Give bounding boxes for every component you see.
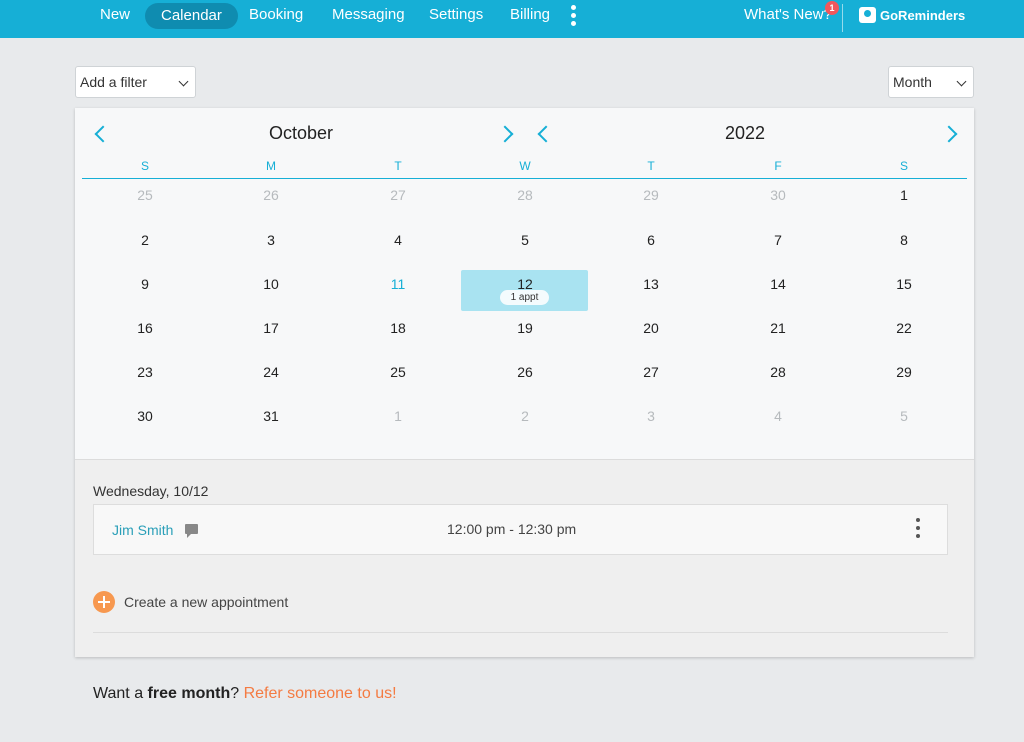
calendar-day[interactable]: 3 — [251, 232, 291, 248]
calendar-day[interactable]: 24 — [251, 364, 291, 380]
view-select[interactable]: Month — [888, 66, 974, 98]
nav-calendar[interactable]: Calendar — [145, 3, 238, 29]
calendar-day[interactable]: 5 — [884, 408, 924, 424]
month-title: October — [269, 123, 334, 143]
create-appointment-label: Create a new appointment — [124, 594, 289, 610]
filter-select-label: Add a filter — [80, 74, 147, 90]
calendar-day[interactable]: 4 — [378, 232, 418, 248]
calendar-day[interactable]: 11 — [378, 276, 418, 292]
nav-new[interactable]: New — [100, 0, 130, 30]
top-nav-bar: New Calendar Booking Messaging Settings … — [0, 0, 1024, 38]
calendar-day[interactable]: 8 — [884, 232, 924, 248]
notification-badge: 1 — [825, 1, 839, 15]
calendar-day[interactable]: 5 — [505, 232, 545, 248]
calendar-day[interactable]: 6 — [631, 232, 671, 248]
calendar-day[interactable]: 2 — [505, 408, 545, 424]
weekday-label: T — [647, 159, 655, 173]
calendar-day[interactable]: 16 — [125, 320, 165, 336]
next-year-icon[interactable] — [940, 125, 958, 143]
prev-year-icon[interactable] — [537, 125, 555, 143]
calendar-day[interactable]: 23 — [125, 364, 165, 380]
weekday-label: S — [899, 159, 908, 173]
calendar-day[interactable]: 25 — [378, 364, 418, 380]
message-icon[interactable] — [185, 524, 198, 538]
calendar-day[interactable]: 30 — [125, 408, 165, 424]
calendar-day[interactable]: 9 — [125, 276, 165, 292]
calendar-day[interactable]: 2 — [125, 232, 165, 248]
panel-divider — [93, 632, 948, 633]
view-select-label: Month — [893, 74, 932, 90]
weekday-label: W — [519, 159, 531, 173]
calendar-day[interactable]: 27 — [631, 364, 671, 380]
nav-divider — [842, 4, 843, 32]
calendar-day[interactable]: 17 — [251, 320, 291, 336]
selected-date-title: Wednesday, 10/12 — [93, 483, 209, 499]
filter-select[interactable]: Add a filter — [75, 66, 196, 98]
plus-icon — [93, 591, 115, 613]
nav-billing[interactable]: Billing — [510, 0, 550, 30]
calendar-day[interactable]: 14 — [758, 276, 798, 292]
appointment-time: 12:00 pm - 12:30 pm — [447, 521, 577, 537]
year-title: 2022 — [725, 123, 766, 143]
chevron-down-icon — [956, 76, 967, 87]
calendar-day[interactable]: 28 — [505, 187, 545, 203]
calendar-day[interactable]: 27 — [378, 187, 418, 203]
calendar-day[interactable]: 1 — [378, 408, 418, 424]
calendar-day[interactable]: 30 — [758, 187, 798, 203]
calendar-day[interactable]: 26 — [251, 187, 291, 203]
prev-month-icon[interactable] — [94, 125, 112, 143]
calendar-day[interactable]: 20 — [631, 320, 671, 336]
appointment-client-name[interactable]: Jim Smith — [112, 522, 173, 538]
calendar-day[interactable]: 21 — [758, 320, 798, 336]
calendar-day[interactable]: 3 — [631, 408, 671, 424]
brand-logo[interactable]: GoReminders — [859, 6, 965, 24]
calendar-day[interactable]: 4 — [758, 408, 798, 424]
calendar-day[interactable]: 13 — [631, 276, 671, 292]
create-appointment-button[interactable]: Create a new appointment — [93, 591, 288, 613]
next-month-icon[interactable] — [496, 125, 514, 143]
more-menu-icon[interactable] — [571, 5, 577, 27]
brand-icon — [859, 7, 876, 23]
referral-banner: Want a free month? Refer someone to us! — [93, 685, 397, 703]
referral-suffix: ? — [230, 685, 244, 702]
appointment-count-badge[interactable]: 1 appt — [500, 290, 549, 305]
calendar-day[interactable]: 18 — [378, 320, 418, 336]
calendar-day[interactable]: 25 — [125, 187, 165, 203]
calendar-day[interactable]: 26 — [505, 364, 545, 380]
calendar-day[interactable]: 29 — [631, 187, 671, 203]
calendar-day[interactable]: 31 — [251, 408, 291, 424]
brand-name: GoReminders — [880, 7, 966, 23]
weekday-label: T — [394, 159, 402, 173]
calendar-day[interactable]: 22 — [884, 320, 924, 336]
weekday-label: F — [774, 159, 782, 173]
whats-new-link[interactable]: What's New? — [744, 0, 832, 30]
nav-settings[interactable]: Settings — [429, 0, 483, 30]
nav-messaging[interactable]: Messaging — [332, 0, 405, 30]
weekday-divider — [82, 178, 967, 179]
chevron-down-icon — [178, 76, 189, 87]
referral-bold: free month — [147, 685, 231, 702]
weekday-label: M — [266, 159, 276, 173]
appointment-row[interactable]: Jim Smith 12:00 pm - 12:30 pm — [93, 504, 948, 555]
calendar-day[interactable]: 10 — [251, 276, 291, 292]
calendar-day[interactable]: 1 — [884, 187, 924, 203]
weekday-label: S — [140, 159, 149, 173]
calendar-day[interactable]: 28 — [758, 364, 798, 380]
referral-prefix: Want a — [93, 685, 148, 702]
calendar-day[interactable]: 7 — [758, 232, 798, 248]
appointment-menu-icon[interactable] — [916, 518, 922, 542]
calendar-day[interactable]: 15 — [884, 276, 924, 292]
calendar-day[interactable]: 19 — [505, 320, 545, 336]
calendar-day[interactable]: 29 — [884, 364, 924, 380]
day-detail-panel: Wednesday, 10/12 Jim Smith 12:00 pm - 12… — [75, 459, 974, 657]
nav-booking[interactable]: Booking — [249, 0, 303, 30]
calendar-card: October 2022 SMTWTFS 25 26 27 28 29 30 1 2 3 4 5 6 7… — [75, 108, 974, 657]
refer-link[interactable]: Refer someone to us! — [244, 685, 397, 702]
